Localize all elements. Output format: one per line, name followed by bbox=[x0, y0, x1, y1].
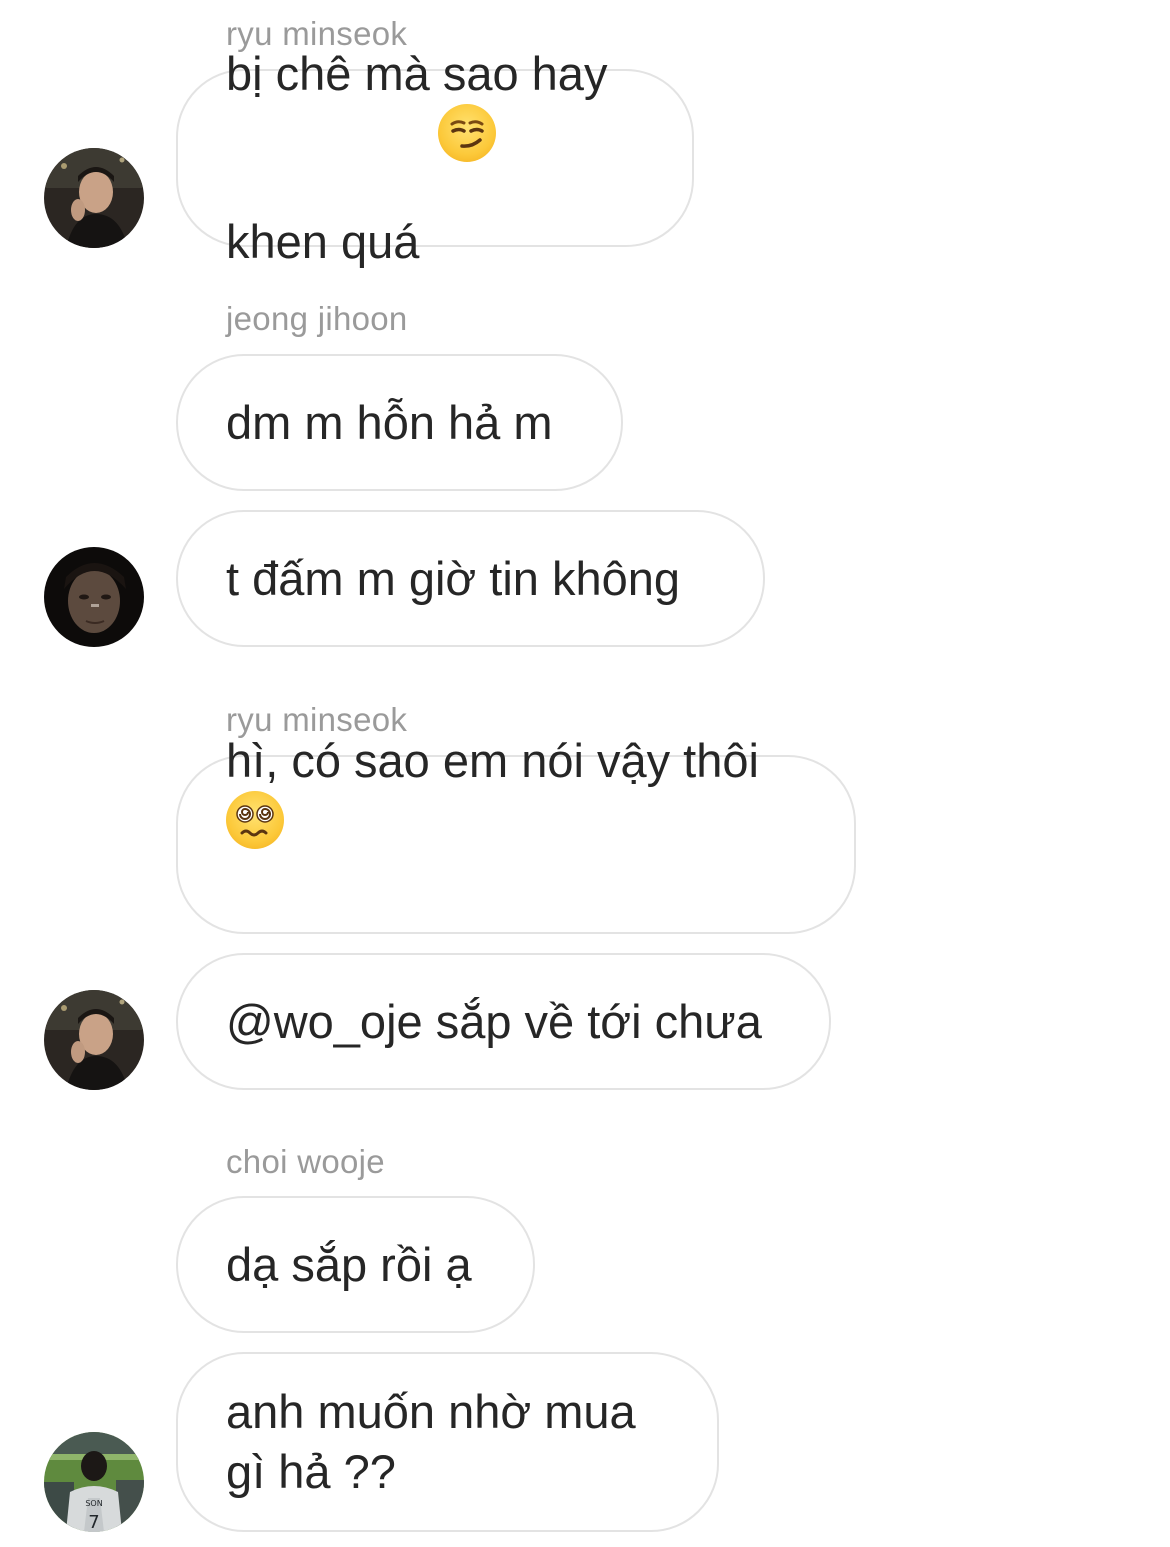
message-bubble[interactable]: dm m hỗn hả m bbox=[176, 354, 623, 491]
message-text: bị chê mà sao hay khen quá bbox=[226, 47, 608, 268]
smirk-emoji-icon bbox=[438, 104, 497, 162]
message-text: dạ sắp rồi ạ bbox=[226, 1237, 472, 1291]
dizzy-face-emoji-icon bbox=[226, 790, 284, 849]
message-bubble[interactable]: anh muốn nhờ mua gì hả ?? bbox=[176, 1352, 719, 1532]
avatar[interactable]: SON 7 bbox=[44, 1432, 144, 1532]
avatar[interactable] bbox=[44, 148, 144, 248]
message-text: dm m hỗn hả m bbox=[226, 395, 553, 449]
sender-name: jeong jihoon bbox=[226, 300, 408, 337]
avatar[interactable] bbox=[44, 990, 144, 1090]
message-text: hì, có sao em nói vậy thôi bbox=[226, 733, 759, 787]
message-bubble[interactable]: bị chê mà sao hay khen quá bbox=[176, 47, 694, 268]
sender-name: choi wooje bbox=[226, 1143, 385, 1180]
message-bubble[interactable]: @wo_oje sắp về tới chưa bbox=[176, 953, 831, 1090]
message-text: t đấm m giờ tin không bbox=[226, 551, 681, 605]
message-bubble[interactable]: t đấm m giờ tin không bbox=[176, 510, 765, 647]
message-text: anh muốn nhờ mua gì hả ?? bbox=[226, 1385, 636, 1498]
message-bubble[interactable]: hì, có sao em nói vậy thôi bbox=[176, 734, 856, 934]
message-text: @wo_oje sắp về tới chưa bbox=[226, 994, 762, 1048]
svg-text:7: 7 bbox=[88, 1512, 99, 1532]
svg-text:SON: SON bbox=[85, 1499, 102, 1508]
message-bubble[interactable]: dạ sắp rồi ạ bbox=[176, 1196, 535, 1333]
avatar[interactable] bbox=[44, 547, 144, 647]
